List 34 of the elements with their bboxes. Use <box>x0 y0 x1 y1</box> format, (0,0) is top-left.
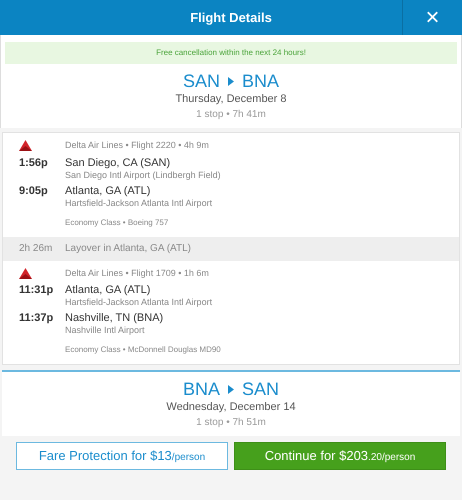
stop-time: 11:31p <box>19 283 54 298</box>
stop-city: Atlanta, GA (ATL) <box>65 283 152 297</box>
origin-code: BNA <box>182 378 220 400</box>
fare-protection-button[interactable]: Fare Protection for $13/person <box>16 442 228 470</box>
layover-duration: 2h 26m <box>19 242 54 256</box>
airline-logo-icon <box>19 140 32 152</box>
cabin-info: Economy Class • Boeing 757 <box>65 216 168 228</box>
cabin-info: Economy Class • McDonnell Douglas MD90 <box>65 344 221 356</box>
flight-summary: 1 stop • 7h 41m <box>196 108 266 122</box>
flight-summary: 1 stop • 7h 51m <box>196 416 266 430</box>
airport-name: Nashville Intl Airport <box>65 325 146 336</box>
dialog-title: Flight Details <box>190 8 272 27</box>
destination-code: BNA <box>242 70 280 92</box>
arrow-icon <box>228 384 234 394</box>
layover-text: Layover in Atlanta, GA (ATL) <box>65 242 191 256</box>
stop-time: 1:56p <box>19 156 49 170</box>
stop-time: 9:05p <box>19 184 49 198</box>
airline-logo-icon <box>19 268 32 279</box>
stop-time: 11:37p <box>19 311 54 326</box>
flight-date: Thursday, December 8 <box>175 92 287 106</box>
continue-button[interactable]: Continue for $203.20/person <box>234 442 446 470</box>
airport-name: Hartsfield-Jackson Atlanta Intl Airport <box>65 297 212 308</box>
flight-date: Wednesday, December 14 <box>166 400 296 414</box>
destination-code: SAN <box>242 378 280 400</box>
flight-info: Delta Air Lines • Flight 1709 • 1h 6m <box>65 266 209 280</box>
origin-code: SAN <box>182 70 220 92</box>
arrow-icon <box>228 76 234 86</box>
stop-city: San Diego, CA (SAN) <box>65 156 172 170</box>
stop-city: Nashville, TN (BNA) <box>65 311 164 325</box>
stop-city: Atlanta, GA (ATL) <box>65 184 152 198</box>
cancellation-notice: Free cancellation within the next 24 hours! <box>5 42 457 64</box>
flight-info: Delta Air Lines • Flight 2220 • 4h 9m <box>65 139 209 152</box>
airport-name: Hartsfield-Jackson Atlanta Intl Airport <box>65 198 212 208</box>
airport-name: San Diego Intl Airport (Lindbergh Field) <box>65 170 221 180</box>
